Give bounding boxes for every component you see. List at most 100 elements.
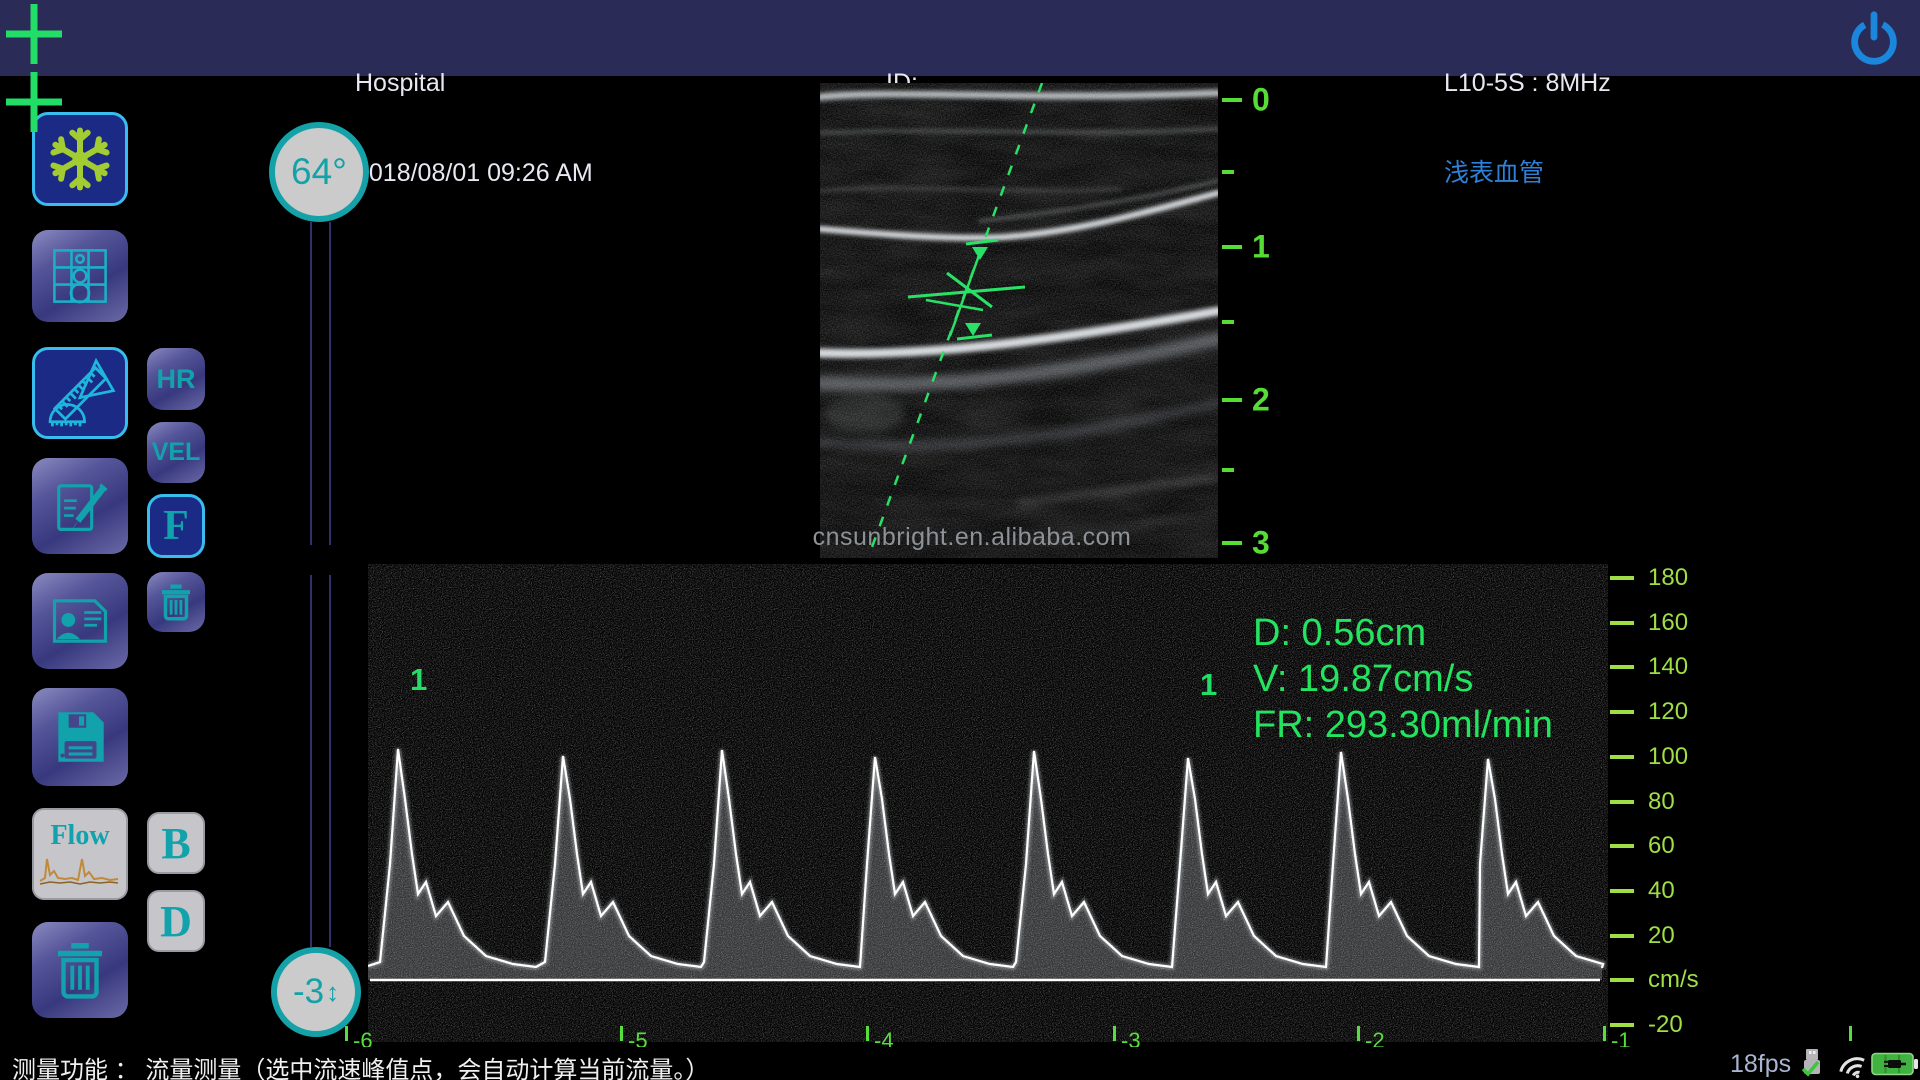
depth-label: 3 (1252, 525, 1270, 562)
delete-all-button[interactable] (32, 922, 128, 1018)
velocity-label: 80 (1648, 788, 1675, 816)
velocity-label: 40 (1648, 877, 1675, 905)
preset-label[interactable]: 浅表血管 (1444, 158, 1611, 188)
probe-label: L10-5S : 8MHz (1444, 68, 1611, 98)
depth-major-tick (1222, 98, 1242, 102)
trash-small-icon (155, 581, 197, 623)
annotate-button[interactable] (32, 458, 128, 554)
top-bar: Hospital 2018/08/01 09:26 AM ID: 姓名: L10… (0, 0, 1920, 76)
framerate-indicator: 18fps (1730, 1050, 1791, 1079)
watermark: cnsunbright.en.alibaba.com (802, 523, 1142, 552)
depth-label: 2 (1252, 382, 1270, 419)
power-button[interactable] (1843, 8, 1905, 75)
time-tick (866, 1026, 869, 1041)
velocity-tick (1610, 576, 1634, 580)
patient-card-icon (46, 587, 114, 655)
velocity-label: cm/s (1648, 966, 1699, 994)
flow-button[interactable]: Flow (32, 808, 128, 900)
baseline-knob[interactable]: -3↕ (271, 947, 361, 1037)
velocity-tick (1610, 665, 1634, 669)
delete-measure-button[interactable] (147, 572, 205, 632)
usb-icon (1798, 1046, 1826, 1078)
depth-label: 1 (1252, 229, 1270, 266)
d-mode-button[interactable]: D (147, 890, 205, 952)
velocity-tick (1610, 978, 1634, 982)
vel-button[interactable]: VEL (147, 422, 205, 483)
velocity-label: 120 (1648, 698, 1688, 726)
ultrasound-app: Hospital 2018/08/01 09:26 AM ID: 姓名: L10… (0, 0, 1920, 1080)
depth-major-tick (1222, 398, 1242, 402)
velocity-label: 180 (1648, 564, 1688, 592)
velocity-tick (1610, 800, 1634, 804)
angle-knob[interactable]: 64° (269, 122, 369, 222)
datetime: 2018/08/01 09:26 AM (355, 158, 593, 188)
measurement-results: D: 0.56cm V: 19.87cm/s FR: 293.30ml/min (1253, 610, 1553, 748)
angle-knob-value: 64° (291, 151, 347, 193)
velocity-tick (1610, 621, 1634, 625)
bodymark-button[interactable] (32, 230, 128, 322)
diameter-value: D: 0.56cm (1253, 610, 1553, 656)
depth-major-tick (1222, 541, 1242, 545)
marker-number: 1 (410, 662, 427, 698)
wifi-status (1833, 1049, 1871, 1080)
patient-info-button[interactable] (32, 573, 128, 669)
slider-track-lower[interactable] (310, 575, 331, 947)
trash-icon (47, 937, 113, 1003)
usb-status (1798, 1046, 1826, 1080)
time-tick (345, 1026, 348, 1041)
velocity-label: -20 (1648, 1011, 1683, 1039)
depth-minor-tick (1222, 170, 1234, 174)
velocity-tick (1610, 889, 1634, 893)
f-button[interactable]: F (147, 494, 205, 558)
wifi-icon (1833, 1049, 1871, 1080)
battery-status (1871, 1051, 1919, 1080)
hr-button[interactable]: HR (147, 348, 205, 410)
baseline-knob-value: -3 (293, 972, 324, 1012)
velocity-label: 140 (1648, 653, 1688, 681)
velocity-tick (1610, 1023, 1634, 1027)
ruler-protractor-icon (42, 355, 118, 431)
hospital-block: Hospital 2018/08/01 09:26 AM (355, 8, 593, 248)
spectrum-marker[interactable] (0, 0, 68, 68)
floppy-save-icon (47, 704, 113, 770)
depth-minor-tick (1222, 468, 1234, 472)
velocity-label: 60 (1648, 832, 1675, 860)
edit-document-icon (46, 472, 114, 540)
measure-button[interactable] (32, 347, 128, 439)
marker-number: 1 (1200, 667, 1217, 703)
velocity-tick (1610, 934, 1634, 938)
save-button[interactable] (32, 688, 128, 786)
time-tick (1113, 1026, 1116, 1041)
bmode-image (820, 83, 1218, 558)
power-icon (1843, 8, 1905, 70)
updown-arrows-icon: ↕ (326, 977, 339, 1008)
slider-track-upper[interactable] (310, 222, 331, 545)
velocity-label: 20 (1648, 922, 1675, 950)
time-tick (1603, 1026, 1606, 1041)
probe-block: L10-5S : 8MHz 浅表血管 (1444, 8, 1611, 248)
velocity-label: 100 (1648, 743, 1688, 771)
spectrum-markers: 11 (0, 0, 68, 136)
bodymark-grid-icon (48, 244, 112, 308)
battery-icon (1871, 1051, 1919, 1078)
depth-minor-tick (1222, 320, 1234, 324)
velocity-tick (1610, 710, 1634, 714)
time-tick (620, 1026, 623, 1041)
cross-marker-icon (0, 68, 68, 136)
velocity-tick (1610, 844, 1634, 848)
bmode-display[interactable] (820, 83, 1218, 558)
velocity-value: V: 19.87cm/s (1253, 656, 1553, 702)
hospital-name: Hospital (355, 68, 593, 98)
b-mode-button[interactable]: B (147, 812, 205, 874)
cross-marker-icon (0, 0, 68, 68)
depth-major-tick (1222, 245, 1242, 249)
flow-button-label: Flow (50, 821, 109, 851)
velocity-tick (1610, 755, 1634, 759)
flowrate-value: FR: 293.30ml/min (1253, 702, 1553, 748)
depth-label: 0 (1252, 82, 1270, 119)
flow-waveform-icon (38, 851, 122, 887)
status-hint: 测量功能 ： 流量测量（选中流速峰值点，会自动计算当前流量。） (12, 1050, 709, 1080)
spectrum-marker[interactable] (0, 68, 68, 136)
time-tick (1357, 1026, 1360, 1041)
time-tick (1849, 1026, 1852, 1041)
